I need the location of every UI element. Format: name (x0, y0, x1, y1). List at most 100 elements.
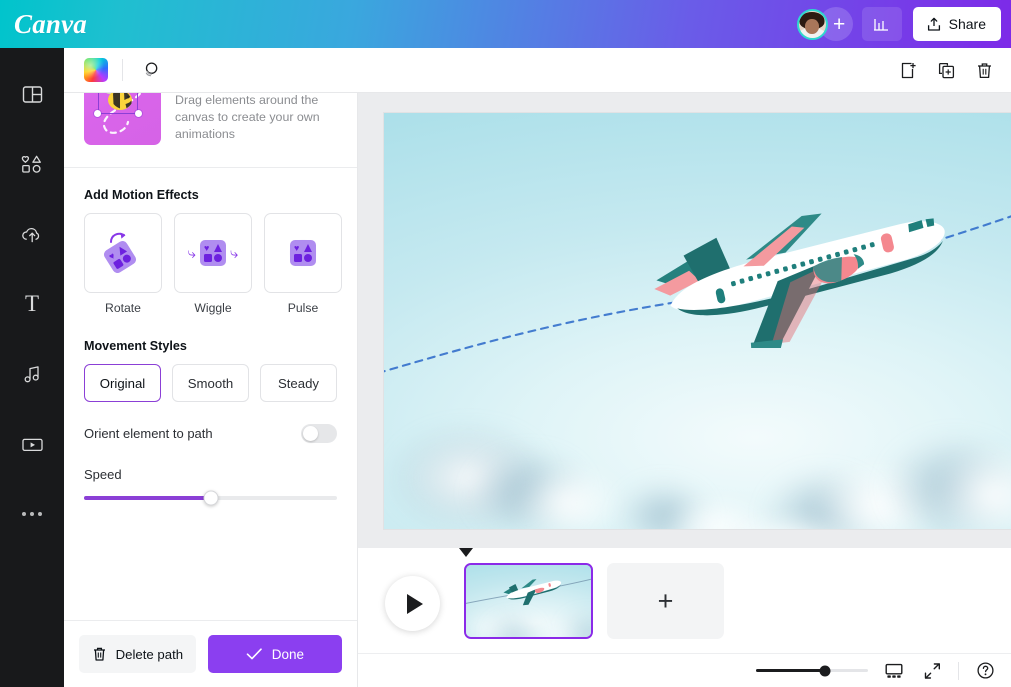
page-thumbnail-content (466, 565, 591, 637)
grid-view-button[interactable] (882, 659, 906, 683)
top-bar: Canva + (0, 0, 1011, 48)
bottom-bar (358, 653, 1011, 687)
toolbar-divider (122, 59, 123, 81)
thumb-airplane (500, 577, 566, 606)
editor-toolbar-right (895, 57, 1011, 83)
video-play-icon (20, 433, 45, 456)
sidebar-item-text[interactable]: T (0, 280, 64, 328)
add-page-icon (899, 61, 918, 80)
duplicate-page-button[interactable] (933, 57, 959, 83)
style-option-steady[interactable]: Steady (260, 364, 337, 402)
movement-styles-row: Original Smooth Steady (84, 364, 337, 402)
squiggle-left-icon: ⤷ (188, 246, 196, 261)
fullscreen-button[interactable] (920, 659, 944, 683)
collaborators-group: + (797, 4, 853, 44)
duplicate-page-icon (937, 61, 956, 80)
triangle-shape (304, 244, 312, 252)
editor-toolbar (358, 48, 1011, 93)
play-button[interactable] (385, 576, 440, 631)
orient-to-path-label: Orient element to path (84, 426, 213, 441)
analytics-button[interactable] (862, 7, 902, 41)
transparency-button[interactable] (137, 57, 163, 83)
rotate-arrow-icon (109, 231, 129, 245)
sidebar-item-audio[interactable] (0, 350, 64, 398)
motion-effects-row: ♥ Rotate (84, 213, 337, 315)
panel-toolbar-strip (64, 48, 358, 93)
zoom-slider-knob[interactable] (820, 665, 831, 676)
circle-shape (121, 253, 132, 264)
selection-handle (94, 110, 101, 117)
canva-logo[interactable]: Canva (14, 9, 87, 40)
pulse-effect-button[interactable]: ♥ (264, 213, 342, 293)
sidebar-item-more[interactable] (0, 490, 64, 538)
animation-panel: Create an Animation Drag elements around… (64, 48, 358, 687)
page-thumbnail-1[interactable] (464, 563, 593, 639)
style-option-smooth[interactable]: Smooth (172, 364, 249, 402)
canva-editor-window: Canva + (0, 0, 1011, 687)
pulse-effect-label: Pulse (264, 301, 342, 315)
share-button[interactable]: Share (913, 7, 1001, 41)
bar-chart-icon (873, 16, 890, 33)
share-label: Share (949, 16, 986, 32)
shapes-square: ♥ (200, 240, 226, 266)
shapes-square: ♥ (290, 240, 316, 266)
canvas-area[interactable] (358, 93, 1011, 548)
top-bar-right-group: + Share (797, 0, 1011, 48)
orient-to-path-row: Orient element to path (84, 424, 337, 443)
expand-arrows-icon (923, 662, 942, 680)
rotate-effect-button[interactable]: ♥ (84, 213, 162, 293)
panel-body: Add Motion Effects ♥ (64, 168, 357, 620)
sidebar-item-uploads[interactable] (0, 210, 64, 258)
square-shape (294, 254, 302, 262)
triangle-shape (214, 244, 222, 252)
add-page-tile[interactable]: + (607, 563, 724, 639)
add-page-button[interactable] (895, 57, 921, 83)
style-option-original[interactable]: Original (84, 364, 161, 402)
trash-icon (975, 61, 994, 80)
motion-effect-rotate: ♥ Rotate (84, 213, 162, 315)
speed-slider[interactable] (84, 496, 337, 500)
speed-slider-knob[interactable] (203, 491, 218, 506)
rotate-shapes-icon: ♥ (101, 231, 145, 275)
done-button[interactable]: Done (208, 635, 342, 673)
cloud-upload-icon (20, 223, 45, 246)
delete-path-button[interactable]: Delete path (79, 635, 196, 673)
layout-panels-icon (21, 83, 44, 106)
wiggle-effect-button[interactable]: ⤷ ♥ ⤷ (174, 213, 252, 293)
rotate-effect-label: Rotate (84, 301, 162, 315)
heart-shape: ♥ (204, 244, 212, 252)
movement-styles-label: Movement Styles (84, 339, 337, 353)
help-button[interactable] (973, 659, 997, 683)
avatar-face (805, 19, 819, 34)
avatar[interactable] (797, 9, 828, 40)
squiggle-right-icon: ⤷ (230, 246, 238, 261)
sidebar-item-templates[interactable] (0, 70, 64, 118)
rainbow-color-swatch[interactable] (84, 58, 108, 82)
toggle-knob (303, 426, 318, 441)
delete-page-button[interactable] (971, 57, 997, 83)
square-shape (204, 254, 212, 262)
text-t-icon: T (25, 291, 39, 317)
airplane-illustration[interactable] (639, 203, 969, 348)
motion-effect-wiggle: ⤷ ♥ ⤷ Wiggle (174, 213, 252, 315)
orient-to-path-toggle[interactable] (301, 424, 337, 443)
upload-icon (926, 16, 942, 33)
design-canvas[interactable] (384, 113, 1011, 529)
panel-subtitle: Drag elements around the canvas to creat… (175, 92, 325, 143)
motion-effects-label: Add Motion Effects (84, 188, 337, 202)
sidebar-item-videos[interactable] (0, 420, 64, 468)
circle-shape (304, 254, 312, 262)
zoom-slider-fill (756, 669, 825, 672)
sidebar-item-elements[interactable] (0, 140, 64, 188)
circle-shape (214, 254, 222, 262)
speed-slider-fill (84, 496, 211, 500)
panel-footer: Delete path Done (64, 620, 357, 687)
zoom-slider[interactable] (756, 669, 868, 672)
delete-path-label: Delete path (116, 647, 183, 662)
speed-label: Speed (84, 467, 337, 482)
play-icon (407, 594, 423, 614)
motion-effect-pulse: ♥ Pulse (264, 213, 342, 315)
timeline-position-marker[interactable] (459, 548, 473, 557)
ellipsis-icon (22, 512, 42, 516)
check-icon (246, 647, 263, 661)
